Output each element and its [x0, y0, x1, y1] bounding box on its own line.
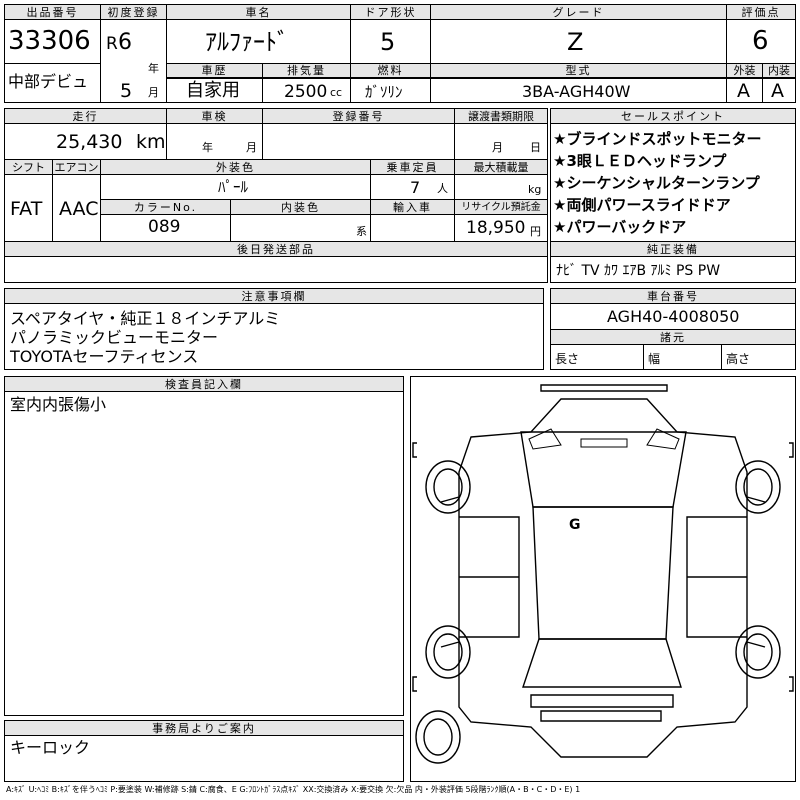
mileage-value: 25,430	[56, 131, 123, 153]
grade-value: Z	[567, 28, 584, 56]
seats-value: 7	[410, 178, 421, 197]
transfer-day-unit: 日	[530, 141, 541, 154]
seats-label: 乗車定員	[371, 160, 454, 175]
insp-year-unit: 年	[202, 141, 213, 154]
displacement-label: 排気量	[263, 64, 350, 78]
damage-mark: G	[569, 517, 581, 533]
equipment-value: ﾅﾋﾞ TV ｶﾜ ｴｱB ｱﾙﾐ PS PW	[556, 263, 721, 279]
month-unit: 月	[148, 86, 159, 99]
model-label: 型式	[431, 64, 726, 78]
fuel-value: ｶﾞｿﾘﾝ	[365, 83, 403, 101]
interior-color-label: 内装色	[231, 200, 370, 215]
score-label: 評価点	[727, 5, 795, 20]
transfer-month-unit: 月	[492, 141, 503, 154]
grade-label: グレード	[431, 5, 726, 20]
exterior-color-label: 外装色	[101, 160, 370, 175]
load-label: 最大積載量	[455, 160, 547, 175]
door-label: ドア形状	[351, 5, 430, 20]
sales-points-label: セールスポイント	[551, 109, 795, 124]
int-label: 内装	[763, 64, 795, 78]
sales-point: ★ブラインドスポットモニター	[553, 130, 762, 148]
inspection-label: 車検	[167, 109, 262, 124]
shift-label: シフト	[5, 160, 52, 175]
length-label: 長さ	[555, 352, 580, 366]
chassis-value: AGH40-4008050	[607, 307, 740, 326]
sales-point: ★3眼ＬＥＤヘッドランプ	[553, 152, 727, 170]
dims-label: 諸元	[551, 330, 795, 345]
recycle-label: リサイクル預託金	[455, 200, 547, 215]
shift-value: FAT	[10, 198, 43, 220]
reg-number-label: 登録番号	[263, 109, 454, 124]
notes-line: パノラミックビューモニター	[10, 328, 219, 347]
history-value: 自家用	[186, 80, 240, 101]
seats-unit: 人	[437, 182, 448, 195]
lot-label: 出品番号	[5, 5, 100, 20]
first-reg-label: 初度登録	[101, 5, 166, 20]
seller-name: 中部デビュ	[8, 72, 89, 91]
recycle-unit: 円	[530, 225, 541, 238]
import-label: 輸入車	[371, 200, 454, 215]
mileage-label: 走行	[5, 109, 166, 124]
lot-number: 33306	[8, 26, 91, 56]
sales-point: ★シーケンシャルターンランプ	[553, 174, 760, 192]
ac-value: AAC	[59, 198, 99, 220]
office-label: 事務局よりご案内	[5, 721, 403, 736]
transfer-label: 譲渡書類期限	[455, 109, 547, 124]
inspector-text: 室内内張傷小	[10, 395, 107, 414]
displacement-value: 2500	[284, 82, 328, 102]
later-parts-label: 後日発送部品	[5, 242, 547, 257]
ext-value: A	[737, 80, 750, 102]
recycle-value: 18,950	[466, 218, 526, 238]
displacement-unit: cc	[330, 86, 343, 99]
era: R	[106, 34, 118, 54]
reg-year: 6	[118, 30, 132, 55]
notes-line: TOYOTAセーフティセンス	[10, 347, 199, 366]
color-no-label: カラーNo.	[101, 200, 230, 215]
model-value: 3BA-AGH40W	[522, 82, 631, 101]
sales-point: ★パワーバックドア	[553, 218, 687, 236]
height-label: 高さ	[726, 352, 751, 366]
legend: A:ｷｽﾞ U:ﾍｺﾐ B:ｷｽﾞを伴うﾍｺﾐ P:要塗装 W:補修跡 S:錆 …	[6, 785, 581, 794]
load-unit: kg	[528, 183, 542, 196]
year-unit: 年	[148, 62, 159, 75]
reg-month: 5	[120, 80, 133, 102]
int-value: A	[771, 80, 784, 102]
office-text: キーロック	[10, 738, 91, 757]
mileage-unit: km	[136, 131, 166, 153]
insp-month-unit: 月	[246, 141, 257, 154]
interior-color-unit: 系	[356, 225, 367, 238]
inspector-box	[4, 376, 404, 716]
history-label: 車歴	[167, 64, 262, 78]
notes-label: 注意事項欄	[5, 289, 543, 304]
inspector-label: 検査員記入欄	[5, 377, 403, 392]
color-no-value: 089	[148, 217, 181, 237]
ac-label: エアコン	[53, 160, 100, 175]
sales-point: ★両側パワースライドドア	[553, 196, 731, 214]
door-value: 5	[380, 28, 396, 56]
name-label: 車名	[167, 5, 350, 20]
width-label: 幅	[648, 352, 661, 366]
fuel-label: 燃料	[351, 64, 430, 78]
exterior-color-value: ﾊﾟｰﾙ	[218, 178, 249, 196]
notes-line: スペアタイヤ・純正１８インチアルミ	[10, 309, 281, 328]
score-value: 6	[752, 26, 769, 56]
chassis-label: 車台番号	[551, 289, 795, 304]
equipment-label: 純正装備	[551, 242, 795, 257]
car-diagram: G	[410, 376, 796, 782]
car-name: ｱﾙﾌｧｰﾄﾞ	[205, 28, 289, 56]
ext-label: 外装	[727, 64, 762, 78]
